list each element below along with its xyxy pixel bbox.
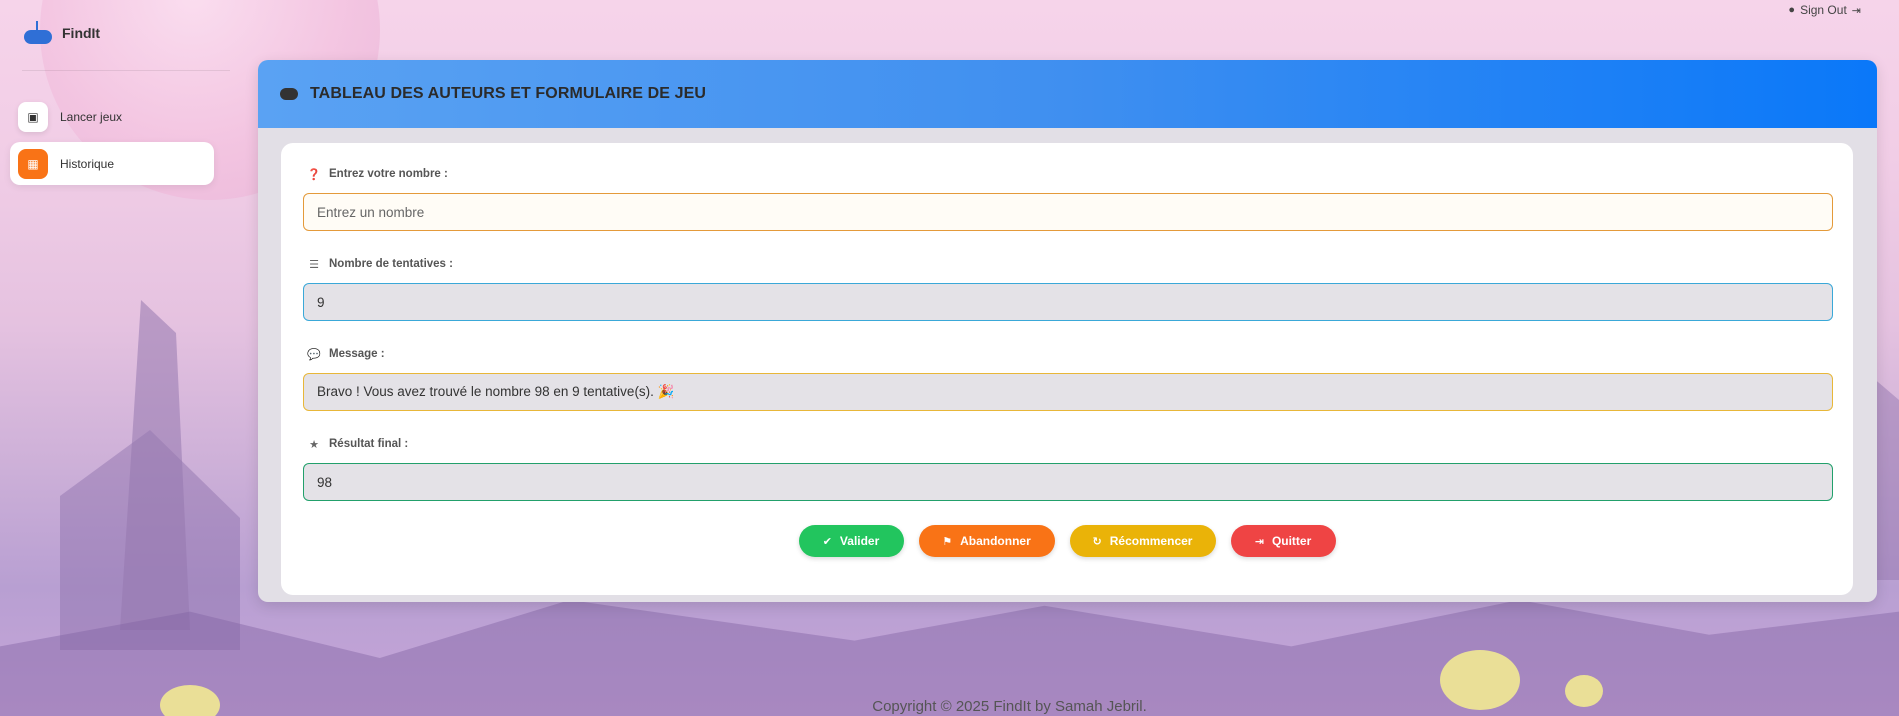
- message-label: Message :: [329, 348, 385, 360]
- number-field-group: ❓ Entrez votre nombre : Entrez un nombre: [303, 165, 1833, 231]
- copyright-text: Copyright © 2025 FindIt by Samah Jebril.: [872, 698, 1147, 715]
- brand-name: FindIt: [62, 25, 101, 41]
- sidebar-item-historique[interactable]: ▦ Historique: [10, 142, 214, 185]
- result-value: 98: [317, 474, 333, 490]
- sidebar-item-label: Historique: [60, 156, 115, 171]
- attempts-label: Nombre de tentatives :: [329, 258, 453, 270]
- comment-icon: 💬: [307, 348, 321, 361]
- restart-label: Récommencer: [1109, 534, 1193, 548]
- sidebar: ▣ Lancer jeux ▦ Historique: [10, 95, 214, 189]
- quit-label: Quitter: [1271, 534, 1312, 548]
- action-buttons: ✔ Valider ⚑ Abandonner ↻ Récommencer ⇥ Q…: [281, 525, 1853, 557]
- question-circle-icon: ❓: [307, 168, 321, 181]
- result-field[interactable]: 98: [303, 463, 1833, 501]
- game-form: ❓ Entrez votre nombre : Entrez un nombre…: [281, 143, 1853, 595]
- flag-icon: ⚑: [942, 535, 953, 548]
- background-rock: [60, 430, 240, 650]
- sign-out-icon: ⇥: [1851, 4, 1861, 17]
- sign-out-link[interactable]: ● Sign Out ⇥: [1788, 3, 1861, 17]
- result-label: Résultat final :: [329, 438, 409, 450]
- card-title: TABLEAU DES AUTEURS ET FORMULAIRE DE JEU: [310, 85, 707, 102]
- wallet-icon: ▣: [18, 101, 48, 132]
- restart-button[interactable]: ↻ Récommencer: [1069, 525, 1216, 557]
- redo-icon: ↻: [1092, 535, 1102, 548]
- abandon-label: Abandonner: [960, 534, 1031, 548]
- chart-icon: ▦: [18, 148, 48, 179]
- gamepad-icon: [280, 88, 298, 100]
- user-icon: ●: [1788, 4, 1796, 16]
- abandon-button[interactable]: ⚑ Abandonner: [918, 525, 1055, 557]
- number-input[interactable]: Entrez un nombre: [303, 193, 1833, 231]
- divider: [22, 70, 230, 71]
- trophy-icon: ★: [309, 438, 319, 451]
- validate-label: Valider: [839, 534, 880, 548]
- attempts-field-group: ☰ Nombre de tentatives : 9: [303, 255, 1833, 321]
- game-card: TABLEAU DES AUTEURS ET FORMULAIRE DE JEU…: [258, 60, 1877, 602]
- sign-out-icon: ⇥: [1254, 535, 1264, 548]
- sidebar-item-label: Lancer jeux: [60, 109, 123, 124]
- number-label: Entrez votre nombre :: [329, 168, 448, 180]
- attempts-field[interactable]: 9: [303, 283, 1833, 321]
- result-field-group: ★ Résultat final : 98: [303, 435, 1833, 501]
- message-field[interactable]: Bravo ! Vous avez trouvé le nombre 98 en…: [303, 373, 1833, 411]
- message-field-group: 💬 Message : Bravo ! Vous avez trouvé le …: [303, 345, 1833, 411]
- message-value: Bravo ! Vous avez trouvé le nombre 98 en…: [317, 384, 675, 399]
- list-check-icon: ☰: [309, 258, 319, 271]
- sign-out-label: Sign Out: [1800, 3, 1847, 17]
- quit-button[interactable]: ⇥ Quitter: [1230, 525, 1336, 557]
- gamepad-logo-icon: [22, 20, 54, 46]
- attempts-value: 9: [317, 294, 325, 310]
- number-input-placeholder: Entrez un nombre: [317, 204, 425, 220]
- card-header: TABLEAU DES AUTEURS ET FORMULAIRE DE JEU: [258, 60, 1877, 128]
- brand[interactable]: FindIt: [22, 20, 100, 46]
- background-rock: [120, 300, 190, 630]
- sidebar-item-lancer-jeux[interactable]: ▣ Lancer jeux: [10, 95, 214, 138]
- check-circle-icon: ✔: [822, 535, 832, 548]
- validate-button[interactable]: ✔ Valider: [798, 525, 904, 557]
- footer: Copyright © 2025 FindIt by Samah Jebril.: [120, 698, 1899, 715]
